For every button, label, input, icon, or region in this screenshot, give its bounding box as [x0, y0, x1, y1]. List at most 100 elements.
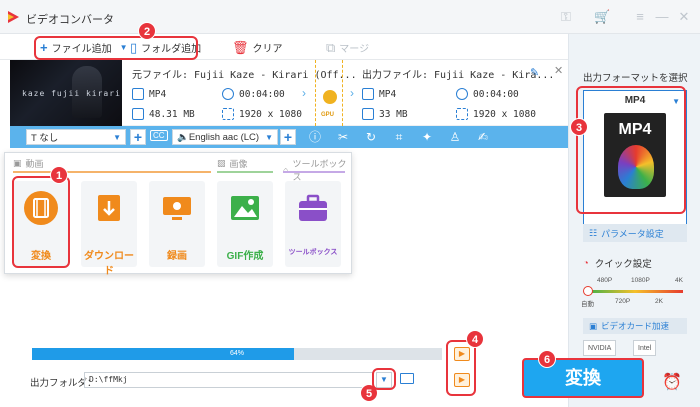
download-icon [98, 195, 120, 221]
output-format: MP4 [362, 88, 396, 100]
app-logo-icon [8, 11, 19, 23]
crop-icon[interactable]: ⌗ [392, 130, 406, 144]
gpu-label: GPU [321, 112, 335, 118]
quality-1080p[interactable]: 1080P [631, 277, 650, 284]
trash-icon: 🗑 [232, 39, 249, 55]
progress-row: 64% [24, 344, 448, 366]
output-folder-input[interactable]: D:\ffMkj [84, 372, 374, 388]
app-title: ビデオコンバータ [26, 14, 114, 26]
nvidia-toggle[interactable]: NVIDIA [583, 340, 617, 356]
toolbox-category-line [283, 171, 345, 173]
menu-icon[interactable]: ≡ [632, 9, 648, 25]
open-folder-icon[interactable] [400, 373, 414, 384]
quality-480p[interactable]: 480P [597, 277, 612, 284]
alarm-clock-icon[interactable]: ⏰ [662, 372, 682, 392]
resolution-icon [456, 108, 468, 120]
callout-6: 6 [538, 350, 556, 368]
screen-record-icon [163, 197, 191, 220]
effects-icon[interactable]: ✦ [420, 130, 434, 144]
hardware-acceleration-label: ▣ ビデオカード加速 [583, 318, 687, 334]
audio-track-select[interactable]: 🔈English aac (LC) ▼ [172, 129, 278, 145]
output-resolution: 1920 x 1080 [456, 108, 536, 120]
callout-box-2 [34, 36, 198, 60]
format-icon [132, 88, 144, 100]
category-video: ▣ 動画 [13, 158, 44, 169]
size-icon [362, 108, 374, 120]
cut-icon[interactable]: ✂ [336, 130, 350, 144]
clock-icon [222, 88, 234, 100]
callout-4: 4 [466, 330, 484, 348]
edit-name-icon[interactable]: ✎ [530, 66, 539, 79]
image-category-icon: ▨ [217, 158, 226, 168]
key-icon[interactable]: ⚿ [558, 9, 574, 25]
title-bar: ビデオコンバータ ⚿ 🛒 ≡ — ✕ [0, 0, 700, 34]
arrow-right-icon: › [350, 86, 354, 100]
callout-box-5 [372, 368, 396, 390]
toolbox-label: ツールボックス [288, 249, 338, 256]
source-duration: 00:04:00 [222, 88, 285, 100]
quality-720p[interactable]: 720P [615, 298, 630, 305]
callout-3: 3 [570, 118, 588, 136]
format-icon [362, 88, 374, 100]
progress-percent: 64% [229, 350, 244, 357]
toolbox-category-icon: ⌂ [283, 165, 289, 175]
chip-icon: ▣ [589, 320, 598, 331]
callout-box-4 [446, 340, 476, 396]
downloader-button[interactable]: ダウンロード [81, 181, 137, 277]
recorder-button[interactable]: 録画 [149, 181, 205, 267]
output-duration: 00:04:00 [456, 88, 519, 100]
cc-button[interactable]: CC [150, 130, 168, 141]
clear-button[interactable]: 🗑 クリア [232, 39, 283, 56]
thumbnail-caption: kaze fujii kirari [22, 89, 121, 98]
merge-label: マージ [339, 44, 370, 55]
quality-2k[interactable]: 2K [655, 298, 663, 305]
quality-4k[interactable]: 4K [675, 277, 683, 284]
gif-maker-label: GIF作成 [226, 251, 264, 262]
add-audio-button[interactable]: + [280, 129, 296, 145]
output-size: 33 MB [362, 108, 408, 120]
minimize-icon[interactable]: — [654, 9, 670, 25]
merge-icon: ⧉ [326, 39, 336, 55]
source-resolution: 1920 x 1080 [222, 108, 302, 120]
file-item[interactable]: kaze fujii kirari 元ファイル: Fujii Kaze - Ki… [10, 60, 568, 126]
quality-slider-knob[interactable] [583, 286, 593, 296]
parameter-settings-button[interactable]: ☷ パラメータ設定 [583, 224, 687, 242]
video-category-icon: ▣ [13, 158, 22, 168]
output-file-name: 出力ファイル: Fujii Kaze - Kira... [362, 70, 555, 81]
arrow-right-icon: › [302, 86, 306, 100]
callout-box-3 [576, 86, 686, 214]
category-toolbox: ⌂ ツールボックス [283, 159, 347, 182]
callout-box-1 [12, 176, 70, 268]
progress-bar: 64% [32, 348, 442, 360]
speed-icon: ◔ [583, 257, 589, 269]
subtitle-edit-icon[interactable]: ✍ [476, 130, 490, 144]
recorder-label: 録画 [167, 251, 187, 262]
chevron-down-icon: ▼ [265, 132, 273, 142]
watermark-icon[interactable]: ♙ [448, 130, 462, 144]
toolbox-button[interactable]: ツールボックス [285, 181, 341, 267]
clock-icon [456, 88, 468, 100]
subtitle-select[interactable]: T なし ▼ [26, 129, 126, 145]
remove-file-icon[interactable]: ✕ [554, 64, 563, 77]
clear-label: クリア [252, 44, 283, 55]
quality-auto[interactable]: 自動 [581, 298, 594, 308]
rotate-icon[interactable]: ↻ [364, 130, 378, 144]
callout-2: 2 [138, 22, 156, 40]
cart-icon[interactable]: 🛒 [594, 9, 610, 25]
gif-maker-button[interactable]: GIF作成 [217, 181, 273, 267]
info-icon[interactable]: ⓘ [308, 130, 322, 144]
settings-icon: ☷ [589, 227, 598, 238]
chevron-down-icon: ▼ [113, 132, 121, 142]
category-image: ▨ 画像 [217, 158, 248, 169]
video-thumbnail[interactable]: kaze fujii kirari [10, 60, 122, 126]
gpu-icon [323, 90, 337, 104]
text-icon: T [31, 133, 37, 144]
add-subtitle-button[interactable]: + [130, 129, 146, 145]
quality-slider[interactable] [587, 290, 683, 293]
size-icon [132, 108, 144, 120]
close-icon[interactable]: ✕ [676, 9, 692, 25]
callout-1: 1 [50, 166, 68, 184]
downloader-label: ダウンロード [84, 251, 134, 277]
intel-toggle[interactable]: Intel [633, 340, 657, 356]
merge-button[interactable]: ⧉ マージ [326, 39, 370, 56]
